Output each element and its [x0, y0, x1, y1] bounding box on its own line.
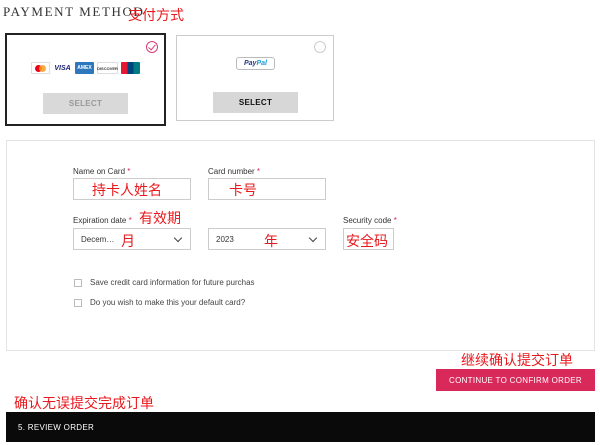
- card-number-input[interactable]: [208, 178, 326, 200]
- mastercard-icon: [31, 62, 50, 74]
- paypal-logo-icon: Pay Pal: [236, 57, 275, 70]
- review-order-label: 5. REVIEW ORDER: [18, 423, 95, 432]
- payment-option-credit-card[interactable]: VISA AMEX DISCOVER SELECT: [5, 33, 166, 126]
- payment-option-paypal[interactable]: Pay Pal SELECT: [176, 35, 334, 121]
- amex-icon: AMEX: [75, 62, 94, 74]
- annotation-cardholder-name: 持卡人姓名: [92, 183, 162, 199]
- annotation-year: 年: [264, 234, 278, 250]
- discover-icon: DISCOVER: [97, 62, 118, 74]
- page-title: PAYMENT METHOD: [3, 4, 145, 19]
- radio-icon[interactable]: [314, 41, 326, 53]
- annotation-continue: 继续确认提交订单: [461, 353, 573, 369]
- card-number-label: Card number *: [208, 167, 261, 176]
- continue-to-confirm-order-button[interactable]: CONTINUE TO CONFIRM ORDER: [436, 369, 595, 391]
- annotation-review: 确认无误提交完成订单: [14, 396, 154, 412]
- annotation-expiry: 有效期: [139, 211, 181, 227]
- annotation-security-code: 安全码: [346, 234, 388, 250]
- unionpay-icon: [121, 62, 140, 74]
- save-card-checkbox[interactable]: [74, 279, 82, 287]
- checked-radio-icon[interactable]: [146, 41, 158, 53]
- review-order-bar[interactable]: 5. REVIEW ORDER: [6, 412, 595, 442]
- card-logos: VISA AMEX DISCOVER: [31, 62, 140, 74]
- card-form-panel: Name on Card * Card number * Expiration …: [6, 140, 595, 351]
- annotation-card-number: 卡号: [229, 183, 257, 199]
- save-card-label: Save credit card information for future …: [90, 278, 255, 287]
- select-paypal-button[interactable]: SELECT: [213, 92, 298, 113]
- chevron-down-icon: [173, 233, 183, 243]
- expiration-date-label: Expiration date *: [73, 216, 132, 225]
- default-card-label: Do you wish to make this your default ca…: [90, 298, 246, 307]
- visa-icon: VISA: [53, 62, 72, 74]
- select-credit-card-button[interactable]: SELECT: [43, 93, 128, 114]
- annotation-month: 月: [121, 234, 135, 250]
- chevron-down-icon: [308, 233, 318, 243]
- security-code-label: Security code *: [343, 216, 397, 225]
- default-card-checkbox[interactable]: [74, 299, 82, 307]
- annotation-payment-method: 支付方式: [128, 8, 184, 24]
- name-on-card-label: Name on Card *: [73, 167, 131, 176]
